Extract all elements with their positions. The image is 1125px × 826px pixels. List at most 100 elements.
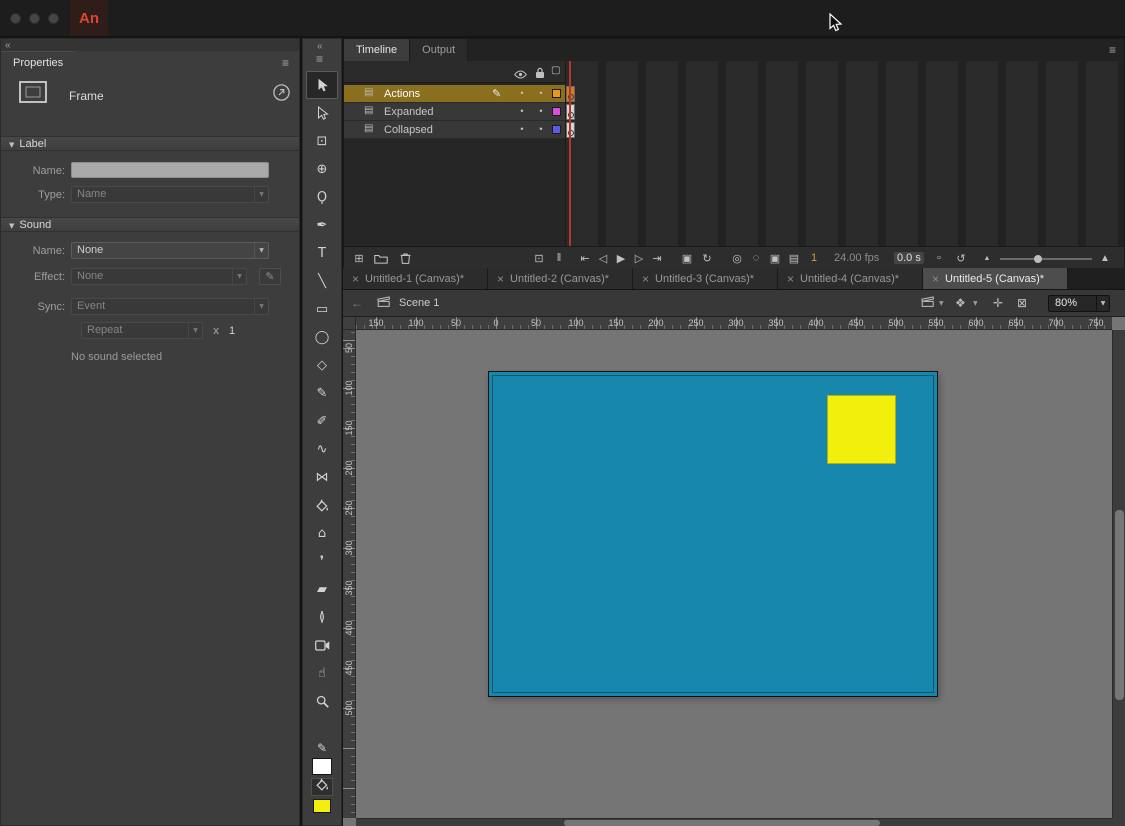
timeline-zoom-in-icon[interactable]: ▲ (1096, 250, 1114, 266)
insert-marker-button[interactable]: ▣ (678, 250, 696, 266)
layer-lock-dot[interactable]: • (536, 106, 546, 116)
camera-tool[interactable] (306, 631, 338, 659)
center-stage-button[interactable]: ✛ (993, 296, 1003, 310)
vertical-ruler[interactable]: 50100150200250300350400450500 (343, 330, 356, 818)
loop-count-value[interactable]: 1 (229, 325, 235, 337)
edit-effect-button[interactable]: ✎ (259, 268, 281, 285)
goto-first-frame-button[interactable]: ⇤ (576, 250, 594, 266)
scene-name[interactable]: Scene 1 (399, 297, 439, 309)
fill-color-swatch[interactable] (313, 799, 331, 813)
layer-name[interactable]: Collapsed (384, 124, 433, 136)
tab-output[interactable]: Output (410, 39, 468, 61)
layer-name[interactable]: Actions (384, 88, 420, 100)
horizontal-scrollbar[interactable] (356, 818, 1112, 826)
timeline-layer-collapsed[interactable]: ▤Collapsed•• (344, 121, 1124, 139)
eraser-tool[interactable]: ▰ (306, 575, 338, 603)
sound-sync-select[interactable]: Event ▼ (71, 298, 269, 315)
loop-marker-button[interactable]: ‖ (550, 250, 568, 266)
paint-brush-tool[interactable]: ∿ (306, 435, 338, 463)
stage[interactable] (488, 371, 938, 697)
document-tab[interactable]: ×Untitled-3 (Canvas)* (633, 268, 778, 289)
horizontal-ruler[interactable]: 1501005005010015020025030035040045050055… (356, 317, 1112, 330)
layer-visibility-dot[interactable]: • (517, 106, 527, 116)
layer-color-swatch[interactable] (552, 107, 561, 116)
close-tab-icon[interactable]: × (497, 272, 504, 286)
horizontal-scrollbar-thumb[interactable] (564, 820, 880, 826)
zoom-dropdown-arrow-icon[interactable]: ▼ (1096, 296, 1109, 311)
timeline-layer-actions[interactable]: ▤Actions✎•• (344, 85, 1124, 103)
close-tab-icon[interactable]: × (642, 272, 649, 286)
subselection-tool[interactable] (306, 99, 338, 127)
text-tool[interactable]: T (306, 239, 338, 267)
clip-content-button[interactable]: ⊠ (1017, 296, 1027, 310)
eyedropper-tool[interactable]: ❜ (306, 547, 338, 575)
lock-all-layers-icon[interactable] (535, 66, 545, 84)
loop-playback-button[interactable]: ↻ (698, 250, 716, 266)
sound-repeat-select[interactable]: Repeat ▼ (81, 322, 203, 339)
stroke-color-swatch[interactable] (312, 758, 332, 775)
onion-skin-button[interactable]: ◎ (728, 250, 746, 266)
hand-tool[interactable]: ☝ (306, 659, 338, 687)
dropdown-arrow-icon[interactable]: ▼ (939, 300, 944, 307)
rectangle-tool[interactable]: ▭ (306, 295, 338, 323)
edit-multiple-frames-button[interactable]: ▣ (766, 250, 784, 266)
properties-menu-icon[interactable]: ≡ (282, 56, 289, 70)
close-tab-icon[interactable]: × (932, 272, 939, 286)
layer-lock-dot[interactable]: • (536, 88, 546, 98)
window-close-button[interactable] (10, 13, 21, 24)
vertical-scrollbar-thumb[interactable] (1115, 510, 1124, 700)
polystar-tool[interactable]: ◇ (306, 351, 338, 379)
sound-section-header[interactable]: ▼Sound (1, 217, 299, 232)
pasteboard[interactable] (356, 330, 1112, 818)
elapsed-time-value[interactable]: 0.0 s (894, 252, 924, 264)
convert-link-icon[interactable] (273, 84, 290, 106)
window-minimize-button[interactable] (29, 13, 40, 24)
playhead-line[interactable] (569, 61, 571, 246)
label-name-input[interactable] (71, 162, 269, 178)
width-tool[interactable]: ≬ (306, 603, 338, 631)
sound-effect-select[interactable]: None ▼ (71, 268, 247, 285)
layer-color-swatch[interactable] (552, 125, 561, 134)
layer-visibility-dot[interactable]: • (517, 124, 527, 134)
3d-rotation-tool[interactable]: ⊕ (306, 155, 338, 183)
document-tab[interactable]: ×Untitled-1 (Canvas)* (343, 268, 488, 289)
back-button[interactable]: ← (351, 296, 363, 310)
frame-rate-value[interactable]: 24.00 fps (834, 252, 879, 264)
modify-markers-button[interactable]: ▤ (785, 250, 803, 266)
tab-properties[interactable]: Properties (1, 51, 75, 73)
timeline-layer-expanded[interactable]: ▤Expanded•• (344, 103, 1124, 121)
close-tab-icon[interactable]: × (787, 272, 794, 286)
play-button[interactable]: ▶ (612, 250, 630, 266)
sound-name-select[interactable]: None ▼ (71, 242, 269, 259)
timeline-zoom-slider[interactable] (1000, 258, 1092, 260)
step-back-button[interactable]: ◁ (594, 250, 612, 266)
layer-name[interactable]: Expanded (384, 106, 434, 118)
slider-thumb-icon[interactable] (1034, 255, 1042, 263)
edit-scene-button[interactable] (921, 296, 934, 310)
new-layer-button[interactable]: ⊞ (350, 250, 368, 266)
document-tab[interactable]: ×Untitled-2 (Canvas)* (488, 268, 633, 289)
collapse-panel-chevrons-icon[interactable]: « (317, 41, 322, 52)
layer-color-swatch[interactable] (552, 89, 561, 98)
show-hide-all-layers-icon[interactable] (514, 66, 527, 84)
brush-tool[interactable]: ✐ (306, 407, 338, 435)
bone-tool[interactable]: ⋈ (306, 463, 338, 491)
center-frame-button[interactable]: ⊡ (530, 250, 548, 266)
layer-visibility-dot[interactable]: • (517, 88, 527, 98)
ink-bottle-tool[interactable]: ⌂ (306, 519, 338, 547)
frame-range-button[interactable]: ▫ (930, 250, 948, 266)
oval-tool[interactable]: ◯ (306, 323, 338, 351)
dropdown-arrow-icon[interactable]: ▼ (973, 300, 978, 307)
yellow-rectangle-shape[interactable] (827, 395, 896, 464)
pen-tool[interactable]: ✒ (306, 211, 338, 239)
edit-symbols-button[interactable]: ❖ (955, 296, 966, 310)
window-zoom-button[interactable] (48, 13, 59, 24)
onion-skin-outlines-button[interactable]: ◌ (747, 250, 765, 266)
label-section-header[interactable]: ▼Label (1, 136, 299, 151)
goto-last-frame-button[interactable]: ⇥ (648, 250, 666, 266)
timeline-menu-icon[interactable]: ≡ (1109, 43, 1116, 57)
free-transform-tool[interactable]: ⊡ (306, 127, 338, 155)
step-forward-button[interactable]: ▷ (630, 250, 648, 266)
vertical-scrollbar[interactable] (1112, 330, 1125, 818)
zoom-tool[interactable] (306, 687, 338, 715)
